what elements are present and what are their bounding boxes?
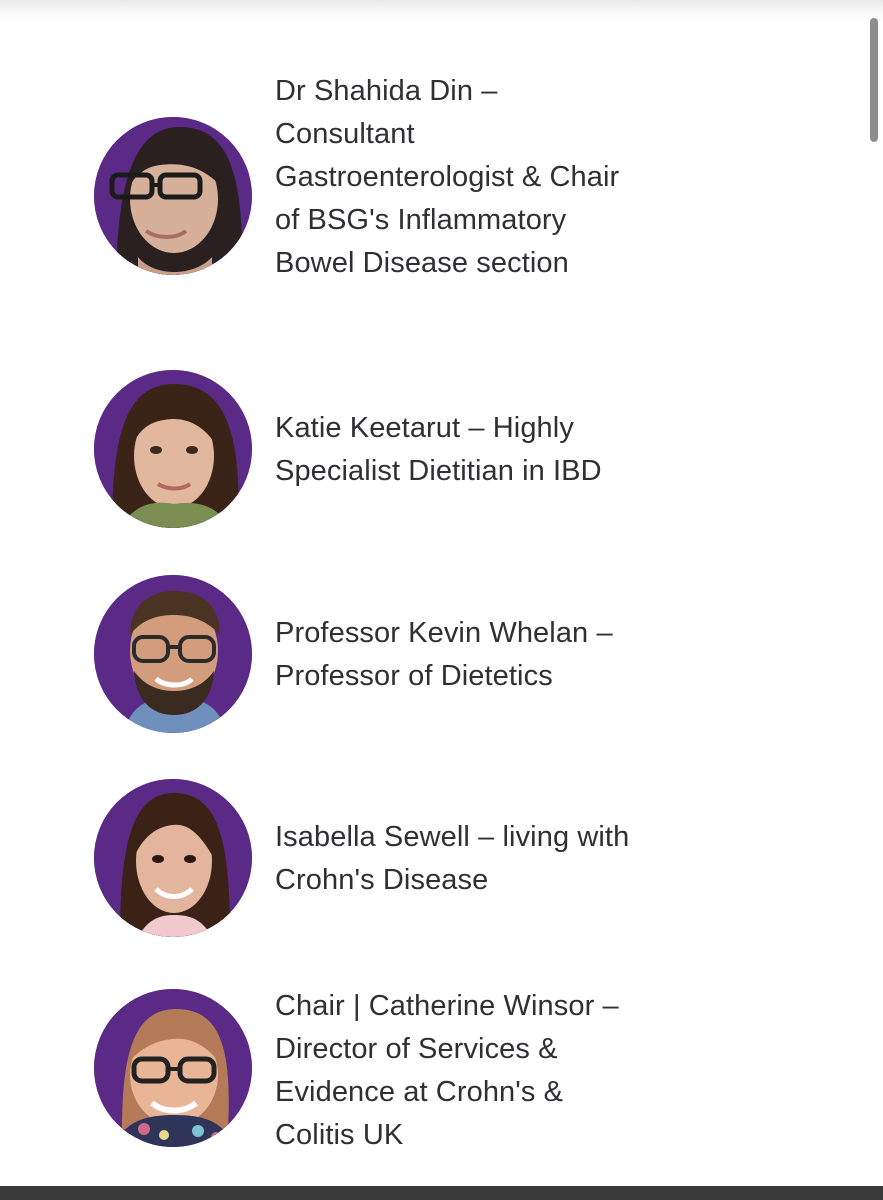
speaker-text: Professor Kevin Whelan – Professor of Di…	[275, 617, 613, 692]
avatar-kevin-whelan	[94, 575, 252, 733]
portrait-photo-icon	[94, 779, 252, 937]
portrait-photo-icon	[94, 117, 252, 275]
portrait-photo-icon	[94, 989, 252, 1147]
speaker-text: Chair | Catherine Winsor – Director of S…	[275, 990, 619, 1151]
speaker-text: Isabella Sewell – living with Crohn's Di…	[275, 821, 630, 896]
vertical-scrollbar[interactable]	[867, 0, 883, 1186]
speaker-text: Katie Keetarut – Highly Specialist Dieti…	[275, 412, 602, 487]
avatar-shahida-din	[94, 117, 252, 275]
scrollbar-thumb[interactable]	[870, 18, 878, 142]
avatar-catherine-winsor	[94, 989, 252, 1147]
top-header-shadow	[0, 0, 883, 22]
avatar-katie-keetarut	[94, 370, 252, 528]
speaker-text: Dr Shahida Din – Consultant Gastroentero…	[275, 75, 620, 279]
footer-bar	[0, 1186, 883, 1200]
portrait-photo-icon	[94, 575, 252, 733]
portrait-photo-icon	[94, 370, 252, 528]
avatar-isabella-sewell	[94, 779, 252, 937]
